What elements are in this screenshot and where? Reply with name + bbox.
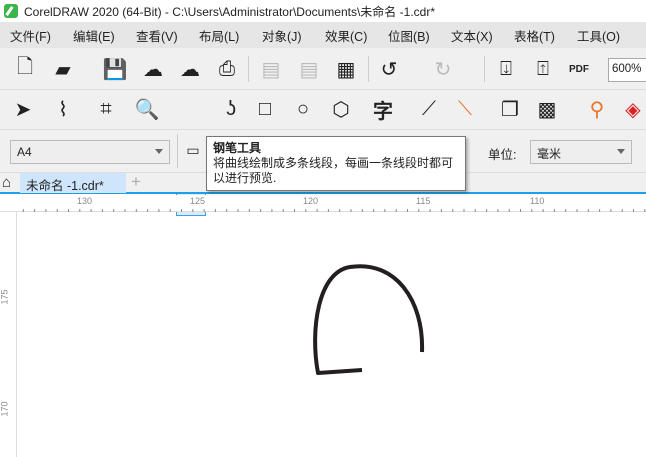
export-icon[interactable]: ⍐ [530,55,556,83]
unit-dropdown[interactable]: 毫米 [530,140,632,164]
connector-tool-icon[interactable]: ⟍ [452,95,478,123]
tooltip-text: 将曲线绘制成多条线段，每画一条线段时都可以进行预览. [213,156,454,185]
page-size-value: A4 [17,145,32,159]
tooltip-title: 钢笔工具 [213,141,262,155]
vertical-ruler[interactable]: 175 170 [0,212,17,457]
page-size-dropdown[interactable]: A4 [10,140,170,164]
unit-label: 单位: [488,148,517,162]
menu-text[interactable]: 文本(X) [441,26,504,45]
undo-icon[interactable]: ↺ [376,55,402,83]
drop-shadow-tool-icon[interactable]: ❐ [497,95,523,123]
add-tab-button[interactable]: + [131,172,141,192]
dimension-tool-icon[interactable]: ⟋ [416,95,442,123]
open-folder-icon[interactable]: ▰ [50,55,76,83]
ruler-label: 170 [0,401,10,417]
crop-tool-icon[interactable]: ⌗ [93,95,119,123]
save-icon[interactable]: 💾 [102,55,128,83]
bspline-tool-icon[interactable]: ʖ [218,95,244,123]
cut-icon[interactable]: ▤ [258,55,284,83]
menu-tools[interactable]: 工具(O) [567,26,630,45]
eyedropper-tool-icon[interactable]: ⚲ [584,95,610,123]
chevron-down-icon [155,149,163,158]
text-tool-icon[interactable]: 字 [370,95,396,123]
horizontal-ruler[interactable]: 130 125 120 115 110 [0,195,646,212]
menu-edit[interactable]: 编辑(E) [63,26,126,45]
standard-toolbar: 🗋 ▰ 💾 ☁ ☁ ⎙ ▤ ▤ ▦ ↺ ↻ ⍗ ⍐ PDF 600% [0,48,646,90]
menu-bitmaps[interactable]: 位图(B) [378,26,441,45]
publish-pdf-icon[interactable]: PDF [566,55,592,83]
toolbox: ➤ ⌇ ⌗ 🔍 ✒ ʖ □ ○ ⬡ 字 ⟋ ⟍ ❐ ▩ ⚲ ◈ [0,90,646,216]
import-icon[interactable]: ⍗ [493,55,519,83]
rectangle-tool-icon[interactable]: □ [252,95,278,123]
unit-value: 毫米 [537,147,562,161]
shape-tool-icon[interactable]: ⌇ [50,95,76,123]
menu-effects[interactable]: 效果(C) [315,26,378,45]
copy-icon[interactable]: ▤ [296,55,322,83]
ruler-label: 175 [0,289,10,305]
menu-view[interactable]: 查看(V) [126,26,189,45]
menu-layout[interactable]: 布局(L) [189,26,252,45]
ellipse-tool-icon[interactable]: ○ [290,95,316,123]
new-document-icon[interactable]: 🗋 [12,55,38,83]
transparency-tool-icon[interactable]: ▩ [534,95,560,123]
redo-icon[interactable]: ↻ [430,55,456,83]
chevron-down-icon [617,149,625,158]
menu-bar: 文件(F) 编辑(E) 查看(V) 布局(L) 对象(J) 效果(C) 位图(B… [0,22,646,48]
document-tab[interactable]: 未命名 -1.cdr* [20,173,126,193]
print-icon[interactable]: ⎙ [214,55,240,83]
home-icon[interactable]: ⌂ [2,174,11,191]
window-title: CorelDRAW 2020 (64-Bit) - C:\Users\Admin… [24,4,435,19]
coreldraw-logo-icon [4,4,18,18]
cloud-upload-icon[interactable]: ☁ [177,55,203,83]
zoom-tool-icon[interactable]: 🔍 [134,95,160,123]
pick-tool-icon[interactable]: ➤ [10,95,36,123]
title-bar: CorelDRAW 2020 (64-Bit) - C:\Users\Admin… [0,0,646,22]
ruler-ticks [22,209,646,212]
fill-tool-icon[interactable]: ◈ [620,95,646,123]
menu-object[interactable]: 对象(J) [252,26,315,45]
paste-icon[interactable]: ▦ [333,55,359,83]
cloud-download-icon[interactable]: ☁ [140,55,166,83]
portrait-icon[interactable]: ▭ [180,136,206,164]
polygon-tool-icon[interactable]: ⬡ [328,95,354,123]
menu-table[interactable]: 表格(T) [504,26,567,45]
drawn-curve[interactable] [313,264,425,375]
menu-file[interactable]: 文件(F) [0,26,63,45]
pen-tool-tooltip: 钢笔工具 将曲线绘制成多条线段，每画一条线段时都可以进行预览. [206,136,466,191]
zoom-level-input[interactable]: 600% [608,58,646,82]
